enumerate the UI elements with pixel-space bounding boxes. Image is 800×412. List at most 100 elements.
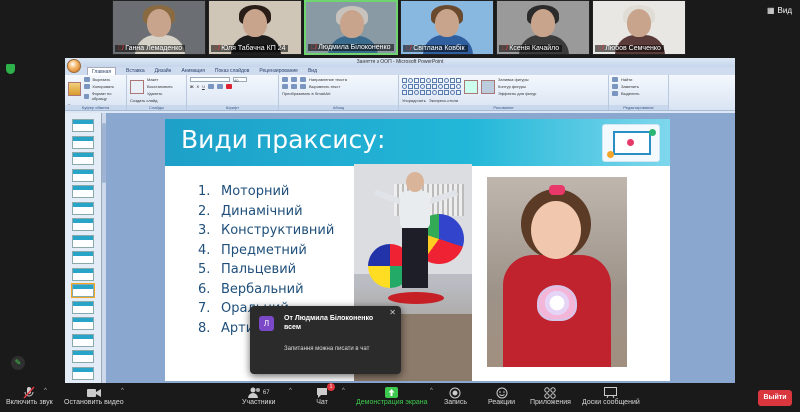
shape-icon[interactable] (438, 84, 443, 89)
shape-icon[interactable] (414, 78, 419, 83)
slide-thumbnail[interactable] (72, 317, 94, 330)
thumbnails-scrollbar[interactable] (102, 113, 106, 383)
shape-icon[interactable] (402, 84, 407, 89)
shape-icon[interactable] (444, 84, 449, 89)
ppt-tab[interactable]: Дизайн (155, 67, 172, 75)
participants-button[interactable]: 67 Участники (242, 386, 275, 406)
slide-thumbnail[interactable] (72, 350, 94, 363)
participants-options-chevron-icon[interactable]: ^ (289, 388, 292, 394)
shape-icon[interactable] (444, 78, 449, 83)
muted-mic-icon: 🎙̸ (118, 45, 124, 52)
slide-thumbnail[interactable] (71, 283, 95, 298)
slide-thumbnail[interactable] (72, 201, 94, 215)
ppt-tab[interactable]: Вид (308, 67, 317, 75)
muted-mic-icon: 🎙̸ (598, 45, 604, 52)
slide-thumbnail[interactable] (72, 300, 94, 314)
stop-video-button[interactable]: Остановить видео (64, 386, 124, 406)
slide-title: Види праксису: (181, 125, 386, 154)
shape-icon[interactable] (450, 78, 455, 83)
participant-count: 67 (262, 389, 270, 396)
shape-icon[interactable] (426, 78, 431, 83)
shape-icon[interactable] (438, 78, 443, 83)
security-shield-icon[interactable] (6, 64, 15, 74)
chat-options-chevron-icon[interactable]: ^ (342, 388, 345, 394)
ppt-tab[interactable]: Показ слайдов (215, 67, 249, 75)
shape-icon[interactable] (408, 78, 413, 83)
shape-icon[interactable] (450, 84, 455, 89)
shape-icon[interactable] (456, 90, 461, 95)
replace-label: Заменить (621, 84, 639, 89)
participant-tile[interactable]: 🎙̸ Юля Табачна КП 24 (208, 0, 302, 55)
audio-options-chevron-icon[interactable]: ^ (44, 388, 47, 394)
font-family-field[interactable] (190, 77, 230, 82)
slide-thumbnail[interactable] (72, 366, 94, 380)
ppt-tab[interactable]: Вставка (126, 67, 145, 75)
shape-icon[interactable] (432, 90, 437, 95)
new-slide-label: Создать слайд (130, 98, 158, 103)
shape-icon[interactable] (414, 90, 419, 95)
shape-icon[interactable] (420, 78, 425, 83)
shape-icon[interactable] (420, 90, 425, 95)
font-size-field[interactable]: 40 (233, 77, 247, 83)
chat-close-icon[interactable]: ✕ (389, 308, 396, 317)
paste-icon (68, 82, 81, 96)
view-button[interactable]: ▦ Вид (767, 6, 792, 15)
unmute-label: Включить звук (6, 399, 53, 406)
layout-label: Макет (147, 77, 159, 82)
shape-icon[interactable] (408, 84, 413, 89)
share-options-chevron-icon[interactable]: ^ (430, 388, 433, 394)
record-button[interactable]: Запись (444, 386, 467, 406)
praxis-list-item: 4. Предметний (198, 241, 334, 261)
shape-fill-label: Заливка фигуры (498, 77, 529, 82)
list-number: 7. (198, 301, 211, 316)
annotate-pencil-icon[interactable]: ✎ (11, 356, 25, 370)
ribbon-group-paragraph: Направление текста Выровнять текст Преоб… (279, 75, 399, 110)
chat-button[interactable]: Чат (316, 386, 328, 406)
shape-icon[interactable] (408, 90, 413, 95)
shape-icon[interactable] (444, 90, 449, 95)
list-number: 4. (198, 242, 211, 258)
slide-thumbnail[interactable] (72, 267, 94, 281)
reactions-button[interactable]: Реакции (488, 386, 515, 406)
slide-thumbnail[interactable] (72, 119, 94, 132)
whiteboards-button[interactable]: Доски сообщений (582, 386, 640, 406)
shape-icon[interactable] (450, 90, 455, 95)
participant-tile[interactable]: 🎙̸ Ганна Лемаденко (112, 0, 206, 55)
video-options-chevron-icon[interactable]: ^ (121, 388, 124, 394)
leave-button[interactable]: Выйти (758, 390, 792, 406)
shape-icon[interactable] (456, 84, 461, 89)
chat-notification-popup[interactable]: Л От Людмила Білоконенко всем ✕ Запитанн… (250, 306, 401, 374)
office-button-icon (67, 59, 81, 73)
slide-thumbnail[interactable] (72, 168, 94, 182)
slide-thumbnail[interactable] (72, 251, 94, 264)
shape-icon[interactable] (456, 78, 461, 83)
participant-tile[interactable]: 🎙̸ Ксенія Качайло (496, 0, 590, 55)
slide-thumbnail[interactable] (72, 185, 94, 198)
shape-icon[interactable] (402, 78, 407, 83)
shapes-gallery[interactable] (402, 78, 461, 95)
participant-tile[interactable]: 🎙̸ Людмила Білоконенко (304, 0, 398, 55)
participant-tile[interactable]: 🎙̸ Світлана Ковбік (400, 0, 494, 55)
ribbon-group-editing: Найти Заменить Выделить Редактирование (609, 75, 669, 110)
shape-icon[interactable] (438, 90, 443, 95)
share-screen-button[interactable]: Демонстрация экрана (356, 386, 428, 406)
ppt-tab[interactable]: Главная (87, 67, 117, 75)
slide-thumbnails-pane[interactable] (65, 113, 102, 383)
apps-button[interactable]: Приложения (530, 386, 571, 406)
slide-thumbnail[interactable] (72, 218, 94, 231)
ppt-tab[interactable]: Рецензирование (259, 67, 298, 75)
ppt-ribbon: Вырезать Копировать Формат по образцу Вс… (65, 75, 735, 111)
shape-icon[interactable] (432, 78, 437, 83)
slide-thumbnail[interactable] (72, 152, 94, 165)
slide-thumbnail[interactable] (72, 234, 94, 248)
shape-icon[interactable] (402, 90, 407, 95)
ppt-tab[interactable]: Анимация (181, 67, 204, 75)
shape-icon[interactable] (426, 84, 431, 89)
slide-thumbnail[interactable] (72, 333, 94, 347)
shape-icon[interactable] (420, 84, 425, 89)
slide-thumbnail[interactable] (72, 135, 94, 149)
shape-icon[interactable] (432, 84, 437, 89)
shape-icon[interactable] (414, 84, 419, 89)
shape-icon[interactable] (426, 90, 431, 95)
participant-tile[interactable]: 🎙̸ Любов Семченко (592, 0, 686, 55)
